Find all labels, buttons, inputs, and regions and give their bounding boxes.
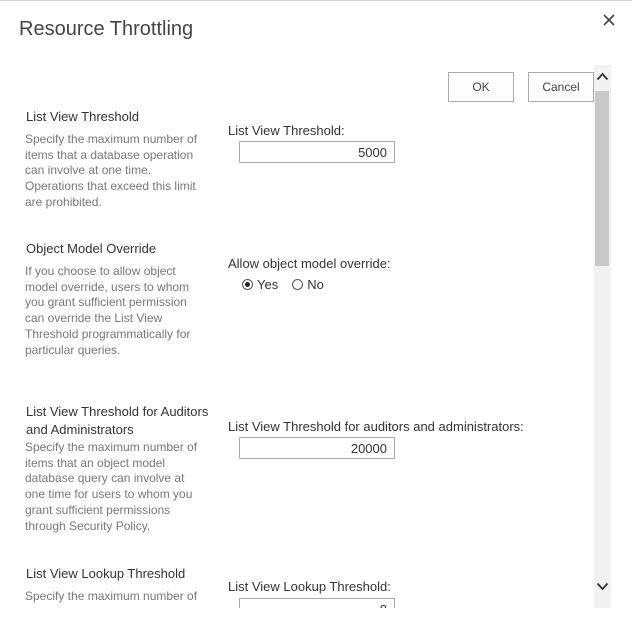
auditors-threshold-label: List View Threshold for auditors and adm…: [228, 419, 524, 434]
override-yes-label: Yes: [257, 277, 279, 292]
dialog-title: Resource Throttling: [19, 18, 194, 40]
vertical-scrollbar[interactable]: [594, 65, 611, 608]
lookup-threshold-label: List View Lookup Threshold:: [228, 579, 391, 594]
object-model-override-description: If you choose to allow object model over…: [25, 264, 191, 357]
auditors-threshold-title: List View Threshold for Auditors and Adm…: [26, 404, 209, 437]
dialog-content: OK Cancel List View Threshold Specify th…: [0, 63, 594, 608]
override-no-label: No: [307, 277, 324, 292]
lookup-threshold-title: List View Lookup Threshold: [26, 566, 186, 581]
chevron-down-icon[interactable]: [596, 579, 609, 593]
cancel-button[interactable]: Cancel: [528, 72, 594, 102]
ok-button[interactable]: OK: [448, 72, 514, 102]
lookup-threshold-input[interactable]: 8: [239, 598, 395, 608]
object-model-override-options: Yes No: [242, 277, 338, 292]
list-view-threshold-title: List View Threshold: [26, 109, 139, 124]
override-no-radio[interactable]: [292, 279, 304, 290]
override-yes-option[interactable]: Yes: [242, 277, 278, 292]
auditors-threshold-input[interactable]: 20000: [239, 437, 395, 459]
chevron-up-icon[interactable]: [596, 70, 609, 84]
override-yes-radio[interactable]: [242, 279, 253, 290]
object-model-override-title: Object Model Override: [26, 241, 157, 256]
lookup-threshold-description: Specify the maximum number of: [25, 589, 198, 603]
object-model-override-label: Allow object model override:: [228, 256, 391, 271]
resource-throttling-dialog: Resource Throttling OK Cancel List View …: [0, 0, 632, 621]
scrollbar-thumb[interactable]: [595, 91, 609, 266]
list-view-threshold-description: Specify the maximum number of items that…: [25, 132, 198, 209]
list-view-threshold-label: List View Threshold:: [228, 123, 345, 138]
close-icon[interactable]: [603, 11, 615, 31]
override-no-option[interactable]: No: [292, 277, 324, 292]
list-view-threshold-input[interactable]: 5000: [239, 141, 395, 163]
auditors-threshold-description: Specify the maximum number of items that…: [25, 440, 198, 533]
